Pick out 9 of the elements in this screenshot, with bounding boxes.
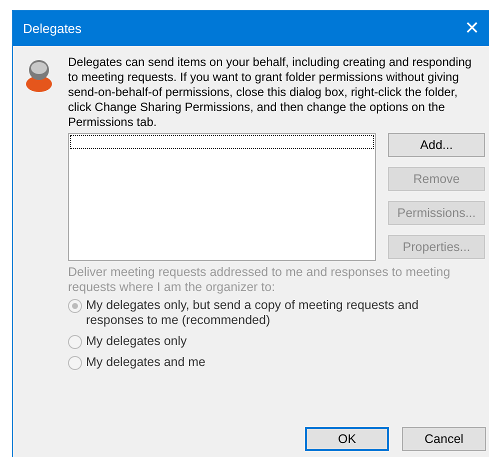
delivery-prompt: Deliver meeting requests addressed to me and responses to meeting requests where I am the organizer to: — [68, 265, 452, 295]
delegates-list[interactable] — [68, 133, 376, 261]
description-text: Delegates can send items on your behalf, including creating and responding to meeting requests. If you want to grant folder permissions without giving send-on-behalf-of permissions, close this dialog box, right-click the folder, click Change Sharing Permissions, and then change the options on the Permissions tab. — [68, 55, 473, 130]
dialog-button[interactable]: Add... — [388, 133, 485, 157]
person-icon — [23, 57, 55, 93]
dialog-button[interactable]: Cancel — [402, 427, 486, 451]
window-title: Delegates — [23, 21, 82, 36]
close-button[interactable]: ✕ — [455, 12, 489, 46]
dialog-button[interactable]: OK — [305, 427, 389, 451]
